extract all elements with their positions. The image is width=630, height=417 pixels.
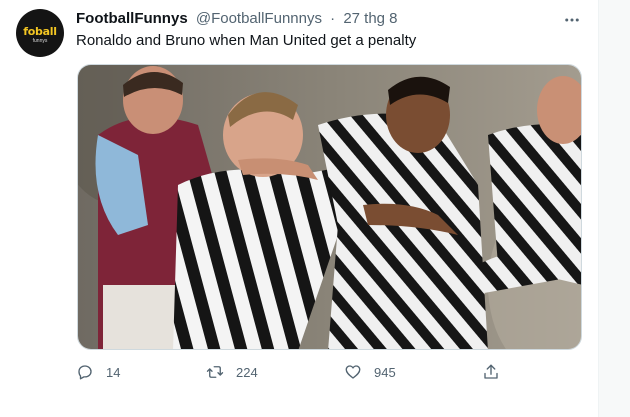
tweet-card[interactable]: foball funnys FootballFunnys @FootballFu… — [0, 0, 598, 417]
like-count: 945 — [374, 364, 396, 380]
retweet-count: 224 — [236, 364, 258, 380]
reply-button[interactable]: 14 — [76, 360, 120, 384]
user-handle[interactable]: @FootballFunnnys — [196, 10, 322, 27]
share-icon — [484, 364, 498, 379]
retweet-icon — [206, 366, 224, 378]
display-name[interactable]: FootballFunnys — [76, 10, 188, 27]
tweet-text: Ronaldo and Bruno when Man United get a … — [76, 32, 417, 49]
avatar[interactable]: foball funnys — [16, 9, 64, 57]
side-column — [599, 0, 630, 417]
tweet-header: FootballFunnys @FootballFunnnys · 27 thg… — [76, 9, 398, 29]
tweet-actions: 14 224 945 — [76, 360, 506, 384]
timestamp[interactable]: 27 thg 8 — [343, 10, 397, 27]
heart-icon — [345, 365, 361, 379]
photo-illustration — [78, 65, 581, 349]
reply-icon — [78, 365, 92, 380]
logo-text: foball — [23, 25, 57, 38]
logo-subtext: funnys — [32, 38, 48, 44]
more-horizontal-icon — [565, 18, 579, 22]
avatar-logo: foball funnys — [22, 24, 58, 44]
reply-count: 14 — [106, 364, 121, 380]
share-button[interactable] — [482, 360, 500, 384]
separator-dot: · — [330, 10, 336, 27]
like-button[interactable]: 945 — [344, 360, 396, 384]
retweet-button[interactable]: 224 — [206, 360, 258, 384]
tweet-photo[interactable] — [77, 64, 582, 350]
more-options-button[interactable] — [560, 8, 584, 32]
